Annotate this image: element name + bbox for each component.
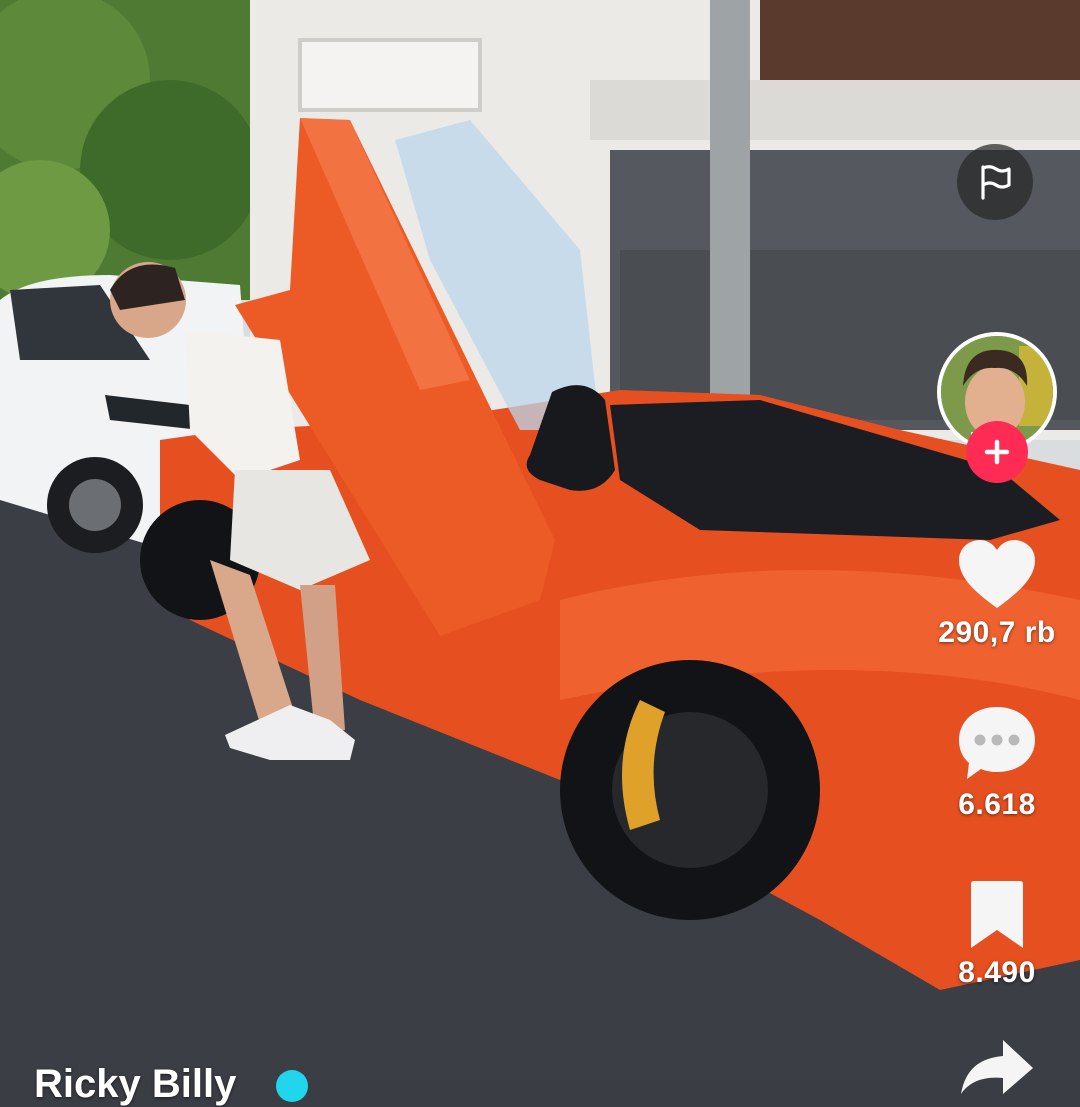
plus-icon [984,439,1010,465]
report-button[interactable] [957,144,1033,220]
verified-badge-icon [276,1070,308,1102]
flag-icon [981,165,1011,200]
author-username[interactable]: Ricky Billy [34,1062,236,1107]
like-button[interactable]: 290,7 rb [927,538,1067,650]
share-icon [961,1040,1033,1094]
follow-button[interactable] [966,421,1028,483]
save-count: 8.490 [958,956,1036,989]
comment-count: 6.618 [958,788,1036,821]
comment-button[interactable]: 6.618 [927,704,1067,822]
tiktok-overlay: 290,7 rb 6.618 8.490 Ricky Billy [0,0,1080,1106]
save-button[interactable]: 8.490 [927,880,1067,990]
bookmark-icon [971,881,1023,948]
heart-icon [959,540,1035,608]
like-count: 290,7 rb [938,616,1056,649]
comment-icon [959,707,1035,779]
share-button[interactable] [927,1036,1067,1096]
